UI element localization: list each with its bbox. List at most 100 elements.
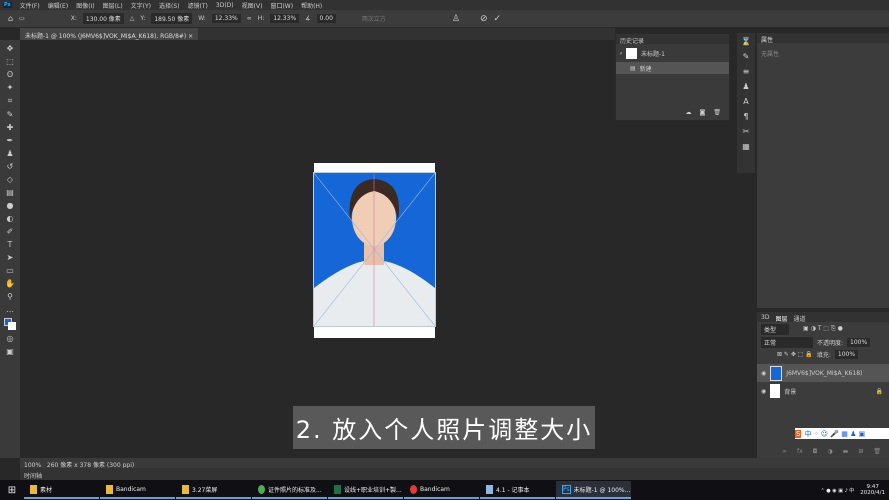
timeline-panel-tab[interactable]: 时间轴 <box>20 468 889 480</box>
ime-mode[interactable]: 中 <box>804 429 811 439</box>
filter-icons[interactable]: ▣ ◑ T ⬚ ⎘ ● <box>803 325 843 333</box>
marquee-tool-icon[interactable]: ⬚ <box>6 57 14 66</box>
taskbar-item[interactable]: 证件照片的标准及... <box>252 481 327 499</box>
brush-settings-icon[interactable]: ✎ <box>743 52 750 61</box>
fx-icon[interactable]: fx <box>797 448 803 455</box>
new-document-from-state-icon[interactable]: ☁ <box>686 109 692 116</box>
character-icon[interactable]: A <box>743 97 748 106</box>
menu-layer[interactable]: 图层(L) <box>103 1 123 10</box>
eraser-icon[interactable]: ◇ <box>7 175 13 184</box>
layer-row[interactable]: ◉ 背景 🔒 <box>757 382 889 400</box>
color-swatches[interactable] <box>4 318 16 330</box>
tray-icons[interactable]: ⌃ ● ◉ ▣ ♪ 中 <box>821 487 855 494</box>
adjustments-icon[interactable]: ≡ <box>743 67 750 76</box>
more-tools-icon[interactable]: … <box>6 305 14 314</box>
healing-brush-icon[interactable]: ✚ <box>7 123 14 132</box>
clock-date: 2020/4/1 <box>860 490 885 496</box>
cancel-icon[interactable]: ⊘ <box>480 14 488 24</box>
quick-mask-icon[interactable]: ◎ <box>7 334 14 343</box>
path-select-icon[interactable]: ➤ <box>7 253 14 262</box>
taskbar-item[interactable]: 3.27菜屏 <box>176 481 251 499</box>
history-item[interactable]: ▤ 新建 <box>616 62 729 74</box>
delta-icon[interactable]: △ <box>130 15 135 22</box>
w-field[interactable]: 12.33% <box>211 14 241 23</box>
menu-file[interactable]: 文件(F) <box>20 1 40 10</box>
eye-icon[interactable]: ◉ <box>761 370 766 377</box>
blur-icon[interactable]: ● <box>7 201 14 210</box>
brush-tool-icon[interactable]: ✒ <box>7 136 14 145</box>
delete-layer-icon[interactable]: 🗑 <box>873 448 881 455</box>
move-tool-icon[interactable]: ✥ <box>7 44 14 53</box>
tab-channels[interactable]: 通道 <box>793 314 805 323</box>
snapshot-camera-icon[interactable]: ◙ <box>700 109 706 116</box>
puppet-warp-icon[interactable]: ♙ <box>452 14 460 24</box>
ime-tools-icon[interactable]: ◦ ☺ 🎤 ▦ ♟ ▣ <box>814 430 865 438</box>
menu-window[interactable]: 窗口(W) <box>270 1 293 10</box>
gradient-icon[interactable]: ▤ <box>6 188 14 197</box>
lasso-tool-icon[interactable]: ʘ <box>7 70 13 79</box>
link-layers-icon[interactable]: ∞ <box>782 448 787 455</box>
history-snapshot[interactable]: ⸗ 未标题-1 <box>616 44 729 62</box>
taskbar-item[interactable]: Ps 未标题-1 @ 100%... <box>556 481 631 499</box>
zoom-tool-icon[interactable]: ⚲ <box>7 292 13 301</box>
shape-tool-icon[interactable]: ▭ <box>6 266 14 275</box>
tab-3d[interactable]: 3D <box>761 314 769 321</box>
new-layer-icon[interactable]: ⊞ <box>858 448 863 455</box>
windows-start-icon[interactable]: ⊞ <box>0 485 24 496</box>
eye-icon[interactable]: ◉ <box>761 388 766 395</box>
fill-field[interactable]: 100% <box>834 349 859 359</box>
clone-source-icon[interactable]: ♟ <box>742 82 749 91</box>
menu-3d[interactable]: 3D(D) <box>216 2 234 9</box>
taskbar-item[interactable]: 设线+职业培训+製... <box>328 481 403 499</box>
angle-field[interactable]: 0.00 <box>316 14 336 23</box>
menu-view[interactable]: 视图(V) <box>242 1 263 10</box>
home-icon[interactable]: ⌂ <box>8 14 13 23</box>
layer-row[interactable]: ◉ J6MV6$]VOK_MI$A_K618) <box>757 364 889 382</box>
taskbar-item[interactable]: 素材 <box>24 481 99 499</box>
menu-help[interactable]: 帮助(H) <box>301 1 322 10</box>
menu-type[interactable]: 文字(Y) <box>131 1 151 10</box>
ime-toolbar[interactable]: S 中 ◦ ☺ 🎤 ▦ ♟ ▣ <box>795 428 889 439</box>
taskbar-item[interactable]: 4.1 - 记事本 <box>480 481 555 499</box>
transform-icon[interactable]: ▭ <box>19 15 25 22</box>
x-field[interactable]: 130.00 像素 <box>82 13 124 24</box>
blend-mode-select[interactable]: 正常 <box>761 336 813 348</box>
taskbar-item[interactable]: Bandicam <box>100 481 175 499</box>
tab-layers[interactable]: 图层 <box>775 314 787 323</box>
type-tool-icon[interactable]: T <box>8 240 13 249</box>
snapshot-thumbnail <box>626 47 637 59</box>
hand-tool-icon[interactable]: ✋ <box>5 279 15 288</box>
menu-select[interactable]: 选择(S) <box>159 1 180 10</box>
transform-bounding-box[interactable] <box>313 172 436 327</box>
menu-edit[interactable]: 编辑(E) <box>48 1 68 10</box>
h-field[interactable]: 12.33% <box>270 14 300 23</box>
y-field[interactable]: 189.50 像素 <box>151 13 193 24</box>
tools-icon[interactable]: ✂ <box>743 127 750 136</box>
eyedropper-icon[interactable]: ✎ <box>7 110 14 119</box>
menu-image[interactable]: 图像(I) <box>76 1 94 10</box>
commit-icon[interactable]: ✓ <box>494 14 502 24</box>
adjustment-layer-icon[interactable]: ◑ <box>827 448 832 455</box>
clock[interactable]: 9:47 2020/4/1 <box>860 484 885 496</box>
history-brush-icon[interactable]: ↺ <box>7 162 14 171</box>
pen-tool-icon[interactable]: ✐ <box>7 227 14 236</box>
opacity-field[interactable]: 100% <box>847 337 871 347</box>
stamp-tool-icon[interactable]: ♟ <box>6 149 13 158</box>
lock-icons[interactable]: ⊠ ✎ ✥ ⬚ 🔒 <box>777 351 813 358</box>
history-icon[interactable]: ⌛ <box>741 37 751 46</box>
document-tab[interactable]: 未标题-1 @ 100% (J6MV6$]VOK_MI$A_K618), RGB… <box>20 28 199 40</box>
menu-filter[interactable]: 滤镜(T) <box>188 1 208 10</box>
screen-mode-icon[interactable]: ▣ <box>6 347 14 356</box>
mask-icon[interactable]: ◘ <box>813 448 818 455</box>
dodge-icon[interactable]: ◐ <box>7 214 14 223</box>
layer-filter-search[interactable]: 类型 <box>761 323 789 335</box>
magic-wand-icon[interactable]: ✦ <box>7 83 14 92</box>
crop-tool-icon[interactable]: ⌗ <box>8 96 13 106</box>
interpolation-select[interactable]: 两次立方 <box>362 14 386 23</box>
trash-icon[interactable]: 🗑 <box>713 109 721 116</box>
group-icon[interactable]: ▬ <box>843 448 849 455</box>
link-icon[interactable]: ∞ <box>247 15 252 22</box>
paragraph-icon[interactable]: ¶ <box>743 112 748 121</box>
taskbar-item[interactable]: Bandicam <box>404 481 479 499</box>
swatches-icon[interactable]: ▦ <box>742 142 750 151</box>
